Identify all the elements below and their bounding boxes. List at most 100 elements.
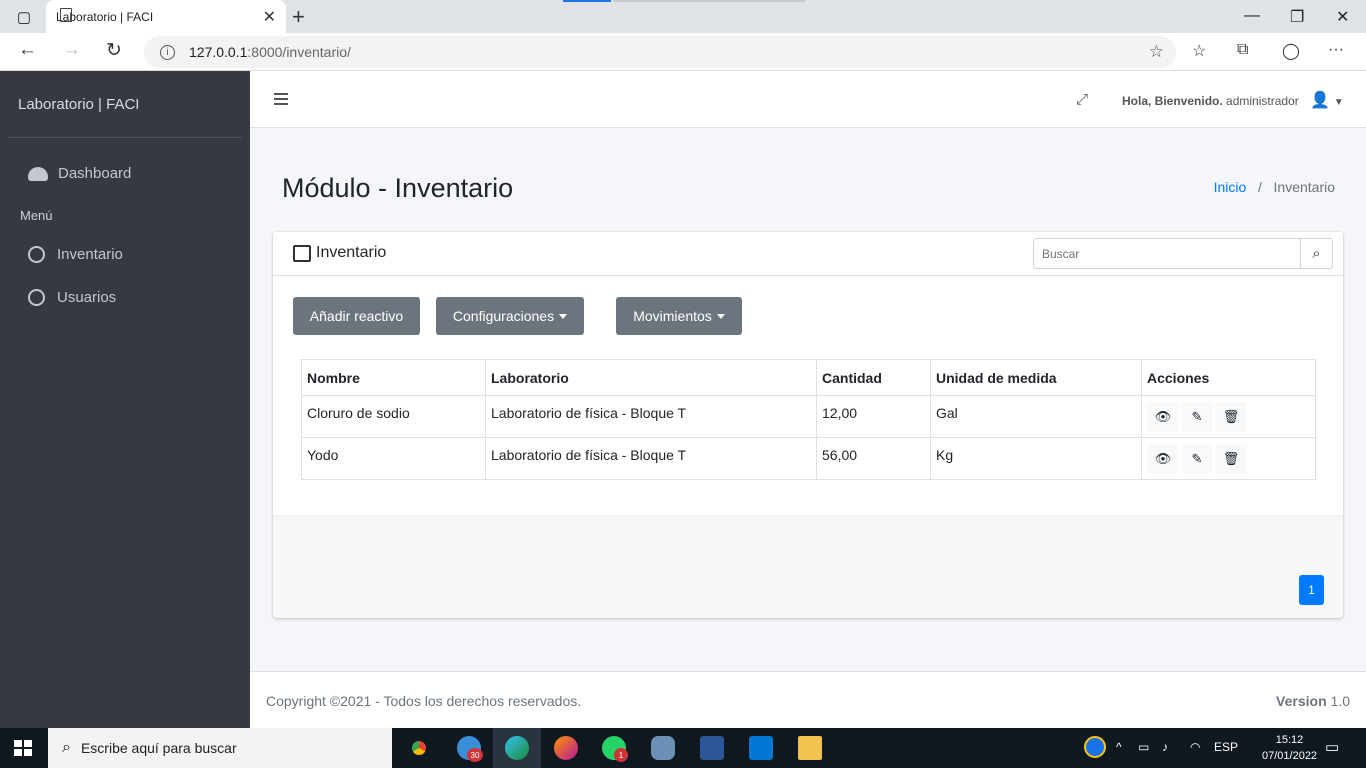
card-footer [273,515,1343,618]
breadcrumb-current: Inventario [1273,179,1335,195]
eye-icon: 👁 [1154,450,1172,466]
table-row: Cloruro de sodio Laboratorio de física -… [301,395,1316,438]
clock-date: 07/01/2022 [1262,750,1318,762]
username: administrador [1226,94,1299,108]
language-indicator[interactable]: ESP [1214,740,1238,754]
sidebar-menu-header: Menú [20,208,53,223]
postgres-icon[interactable] [651,736,675,760]
column-header: Unidad de medida [930,359,1142,396]
circle-icon [28,289,45,306]
fullscreen-icon[interactable]: ⤢ [1076,91,1088,108]
delete-button[interactable]: 🗑 [1215,443,1247,474]
info-icon[interactable]: i [160,44,175,60]
cell-unidad: Gal [930,395,1142,438]
cell-cantidad: 56,00 [816,437,931,480]
search-input[interactable] [1033,238,1301,269]
forward-icon[interactable]: → [62,39,81,61]
pagination-page-1[interactable]: 1 [1299,575,1324,605]
url-field[interactable]: i 127.0.0.1:8000/inventario/ ☆ [144,36,1176,68]
close-window-icon[interactable]: ✕ [1336,7,1349,27]
restore-icon[interactable]: ❐ [1290,7,1304,27]
notifications-icon[interactable]: ▭ [1325,738,1339,756]
whatsapp-badge: 1 [614,748,628,762]
version-label: Version [1276,693,1327,709]
tab-close-icon[interactable]: ✕ [263,7,276,27]
edit-icon: ✎ [1191,450,1203,466]
card-title: Inventario [293,244,386,262]
sidebar-item-dashboard[interactable]: Dashboard [28,165,131,182]
sidebar-item-label: Usuarios [57,289,117,306]
cell-nombre: Cloruro de sodio [301,395,486,438]
cell-acciones: 👁 ✎ 🗑 [1141,437,1316,480]
moves-dropdown-button[interactable]: Movimientos [616,297,742,335]
url-path: :8000/inventario/ [247,44,351,60]
circle-icon [28,246,45,263]
chrome-icon[interactable] [407,736,431,760]
brand-link[interactable]: Laboratorio | FACI [18,96,139,113]
breadcrumb-home[interactable]: Inicio [1214,179,1247,195]
page-title: Módulo - Inventario [282,173,514,203]
config-dropdown-button[interactable]: Configuraciones [436,297,584,335]
trash-icon: 🗑 [1222,408,1240,424]
minimize-icon[interactable]: — [1244,7,1260,25]
add-reagent-button[interactable]: Añadir reactivo [293,297,420,335]
back-icon[interactable]: ← [18,39,37,61]
firefox-icon[interactable] [554,736,578,760]
main-content: Módulo - Inventario Inicio / Inventario … [250,128,1366,671]
battery-icon[interactable]: ▭ [1138,740,1149,754]
taskbar-search-text: Escribe aquí para buscar [80,740,237,756]
edge-icon[interactable] [505,736,529,760]
word-icon[interactable] [700,736,724,760]
eye-icon: 👁 [1154,408,1172,424]
volume-icon[interactable]: ♪ [1162,740,1168,754]
file-explorer-icon[interactable] [798,736,822,760]
cell-laboratorio: Laboratorio de física - Bloque T [485,395,817,438]
windows-start-icon[interactable] [14,740,32,756]
brand-divider [8,137,242,138]
column-header: Acciones [1141,359,1316,396]
cell-cantidad: 12,00 [816,395,931,438]
tray-chevron-icon[interactable]: ^ [1116,740,1122,754]
profile-icon[interactable]: ◯ [1282,41,1300,61]
new-tab-icon[interactable]: + [292,4,305,30]
caret-down-icon: ▼ [1333,97,1344,108]
favorite-add-icon[interactable]: ☆ [1149,42,1164,62]
sidebar-item-label: Inventario [57,246,123,263]
edit-button[interactable]: ✎ [1181,443,1213,474]
hamburger-icon[interactable] [274,93,288,105]
tab-actions-icon[interactable]: ▢ [12,0,36,33]
edit-icon: ✎ [1191,408,1203,424]
dashboard-icon [28,166,48,181]
browser-tab[interactable]: Laboratorio | FACI ✕ [46,0,286,33]
edit-button[interactable]: ✎ [1181,401,1213,432]
trash-icon: 🗑 [1222,450,1240,466]
help-icon[interactable] [1084,736,1106,758]
card-title-text: Inventario [316,244,387,261]
breadcrumb: Inicio / Inventario [1214,179,1335,195]
copyright-text: Copyright ©2021 - Todos los derechos res… [266,693,582,709]
top-navbar: ⤢ Hola, Bienvenido. administrador 👤 ▼ [250,71,1366,128]
sidebar-item-usuarios[interactable]: Usuarios [28,289,116,306]
favorites-icon[interactable]: ☆ [1192,41,1206,61]
delete-button[interactable]: 🗑 [1215,401,1247,432]
view-button[interactable]: 👁 [1147,443,1179,474]
more-icon[interactable]: ··· [1328,41,1344,59]
clock[interactable]: 15:12 07/01/2022 [1262,732,1317,764]
mail-badge: 30 [467,748,483,762]
taskbar-search[interactable]: ⌕ Escribe aquí para buscar [48,728,392,768]
version-text: Version 1.0 [1276,693,1350,709]
button-label: Movimientos [633,308,712,324]
cell-nombre: Yodo [301,437,486,480]
card-header: Inventario ⌕ [273,232,1343,276]
reload-icon[interactable]: ↻ [106,39,122,62]
tab-accent-secondary [613,0,805,2]
sidebar-item-inventario[interactable]: Inventario [28,246,123,263]
view-button[interactable]: 👁 [1147,401,1179,432]
wifi-icon[interactable]: ◠ [1190,740,1200,754]
collections-icon[interactable]: ⧉ [1237,41,1248,59]
user-menu-toggle[interactable]: 👤 ▼ [1310,90,1344,110]
inventory-card: Inventario ⌕ Añadir reactivo Configuraci… [273,232,1343,618]
table-row: Yodo Laboratorio de física - Bloque T 56… [301,437,1316,480]
search-button[interactable]: ⌕ [1301,238,1333,269]
vscode-icon[interactable] [749,736,773,760]
